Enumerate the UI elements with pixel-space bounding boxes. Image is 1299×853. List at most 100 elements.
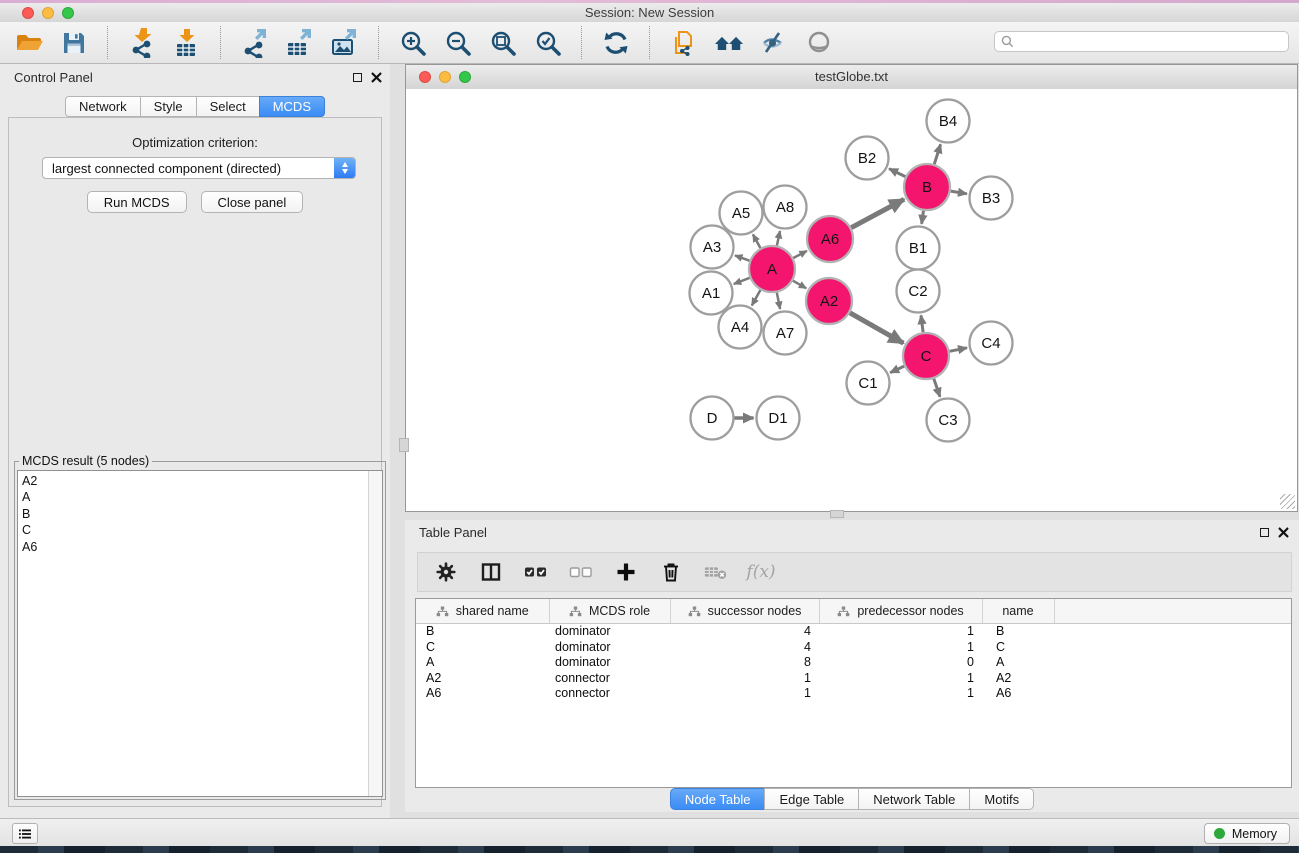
- mcds-result-item[interactable]: C: [22, 522, 366, 538]
- export-table-icon[interactable]: [285, 28, 315, 58]
- canvas-scroll-thumb-left[interactable]: [399, 438, 409, 452]
- graph-node-A5[interactable]: A5: [720, 192, 763, 235]
- edge-A-A2[interactable]: [793, 281, 806, 289]
- mcds-result-item[interactable]: B: [22, 506, 366, 522]
- edge-C-C4[interactable]: [950, 348, 968, 352]
- graph-node-A[interactable]: A: [749, 246, 795, 292]
- graph-node-A8[interactable]: A8: [764, 186, 807, 229]
- float-panel-icon[interactable]: [353, 73, 362, 82]
- graph-node-B2[interactable]: B2: [846, 137, 889, 180]
- column-header[interactable]: predecessor nodes: [819, 599, 982, 624]
- graph-node-A7[interactable]: A7: [764, 312, 807, 355]
- panel-list-button[interactable]: [12, 823, 38, 844]
- edge-A-A4[interactable]: [752, 290, 761, 306]
- criterion-select[interactable]: largest connected component (directed): [42, 157, 356, 179]
- graph-node-C4[interactable]: C4: [970, 322, 1013, 365]
- select-all-icon[interactable]: [524, 560, 548, 584]
- edge-A-A5[interactable]: [753, 234, 761, 248]
- show-view-icon[interactable]: [804, 28, 834, 58]
- export-image-icon[interactable]: [330, 28, 360, 58]
- canvas-scroll-thumb-bottom[interactable]: [830, 510, 844, 518]
- mcds-result-item[interactable]: A: [22, 489, 366, 505]
- edge-A6-B[interactable]: [851, 199, 904, 227]
- close-panel-icon[interactable]: [371, 72, 382, 83]
- network-canvas[interactable]: B4 B2 B B3 A5A8A6 A3 B1 A A1 C2 A2 A4A7 C4 C C1 D D1 C3: [406, 89, 1297, 511]
- table-row[interactable]: A6connector11A6: [416, 686, 1291, 702]
- tab-network[interactable]: Network: [65, 96, 141, 117]
- tab-network-table[interactable]: Network Table: [858, 788, 970, 810]
- tab-select[interactable]: Select: [196, 96, 260, 117]
- edge-B-B4[interactable]: [934, 144, 940, 164]
- edge-B-B1[interactable]: [922, 211, 924, 224]
- graph-node-B4[interactable]: B4: [927, 100, 970, 143]
- search-field[interactable]: [994, 31, 1289, 52]
- tab-mcds[interactable]: MCDS: [259, 96, 325, 117]
- graph-node-B[interactable]: B: [904, 164, 950, 210]
- edge-A-A3[interactable]: [735, 255, 750, 260]
- delete-column-icon[interactable]: [659, 560, 683, 584]
- graph-node-C1[interactable]: C1: [847, 362, 890, 405]
- close-panel-button[interactable]: Close panel: [201, 191, 304, 213]
- table-row[interactable]: Bdominator41B: [416, 624, 1291, 640]
- resize-grip[interactable]: [1280, 494, 1295, 509]
- tab-motifs[interactable]: Motifs: [969, 788, 1034, 810]
- graph-node-B3[interactable]: B3: [970, 177, 1013, 220]
- zoom-selected-icon[interactable]: [533, 28, 563, 58]
- edge-C-C1[interactable]: [890, 366, 904, 373]
- graph-node-D[interactable]: D: [691, 397, 734, 440]
- save-session-icon[interactable]: [59, 28, 89, 58]
- memory-button[interactable]: Memory: [1204, 823, 1290, 844]
- graph-node-D1[interactable]: D1: [757, 397, 800, 440]
- import-table-icon[interactable]: [172, 28, 202, 58]
- zoom-in-icon[interactable]: [398, 28, 428, 58]
- edge-A-A1[interactable]: [734, 278, 750, 284]
- tab-edge-table[interactable]: Edge Table: [764, 788, 859, 810]
- mcds-result-item[interactable]: A2: [22, 473, 366, 489]
- column-header[interactable]: shared name: [416, 599, 549, 624]
- graph-node-A6[interactable]: A6: [807, 216, 853, 262]
- search-input[interactable]: [1018, 34, 1288, 50]
- graph-node-A4[interactable]: A4: [719, 306, 762, 349]
- settings-icon[interactable]: [434, 560, 458, 584]
- open-session-icon[interactable]: [14, 28, 44, 58]
- edge-A-A6[interactable]: [793, 251, 807, 258]
- graph-node-A3[interactable]: A3: [691, 226, 734, 269]
- graph-node-B1[interactable]: B1: [897, 227, 940, 270]
- clone-network-icon[interactable]: [669, 28, 699, 58]
- graph-node-A1[interactable]: A1: [690, 272, 733, 315]
- tab-style[interactable]: Style: [140, 96, 197, 117]
- table-row[interactable]: Adominator80A: [416, 655, 1291, 671]
- deselect-all-icon[interactable]: [569, 560, 593, 584]
- table-row[interactable]: A2connector11A2: [416, 671, 1291, 687]
- zoom-out-icon[interactable]: [443, 28, 473, 58]
- import-network-icon[interactable]: [127, 28, 157, 58]
- column-header[interactable]: MCDS role: [549, 599, 670, 624]
- graph-node-C[interactable]: C: [903, 333, 949, 379]
- edge-B-B2[interactable]: [889, 169, 905, 177]
- close-table-panel-icon[interactable]: [1278, 527, 1289, 538]
- float-table-panel-icon[interactable]: [1260, 528, 1269, 537]
- column-header[interactable]: successor nodes: [670, 599, 819, 624]
- zoom-fit-icon[interactable]: [488, 28, 518, 58]
- graph-node-C2[interactable]: C2: [897, 270, 940, 313]
- result-scrollbar[interactable]: [368, 471, 382, 796]
- home-layout-icon[interactable]: [714, 28, 744, 58]
- edge-C-C3[interactable]: [934, 379, 940, 397]
- node-table[interactable]: shared nameMCDS rolesuccessor nodesprede…: [415, 598, 1292, 788]
- edge-A2-C[interactable]: [850, 313, 904, 343]
- split-view-icon[interactable]: [479, 560, 503, 584]
- graph-node-A2[interactable]: A2: [806, 278, 852, 324]
- hide-details-icon[interactable]: [759, 28, 789, 58]
- run-mcds-button[interactable]: Run MCDS: [87, 191, 187, 213]
- column-header[interactable]: name: [982, 599, 1054, 624]
- mcds-result-item[interactable]: A6: [22, 539, 366, 555]
- add-column-icon[interactable]: [614, 560, 638, 584]
- edge-A-A7[interactable]: [777, 293, 780, 310]
- edge-B-B3[interactable]: [951, 191, 967, 194]
- edge-A-A8[interactable]: [777, 231, 780, 246]
- graph-node-C3[interactable]: C3: [927, 399, 970, 442]
- refresh-layout-icon[interactable]: [601, 28, 631, 58]
- table-row[interactable]: Cdominator41C: [416, 640, 1291, 656]
- export-network-icon[interactable]: [240, 28, 270, 58]
- edge-C-C2[interactable]: [921, 315, 923, 332]
